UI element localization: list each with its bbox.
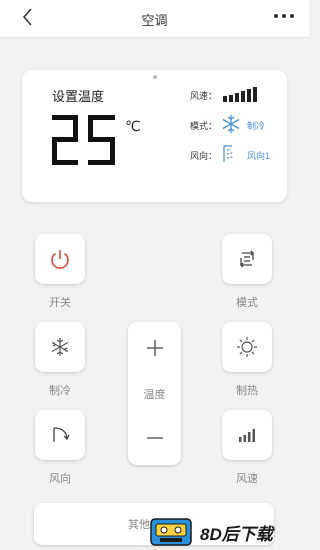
swing-label: 风向 [49,473,71,485]
temperature-unit: ℃ [125,118,141,134]
indicator-dot [153,75,157,79]
fan-speed-label: 风速： [190,90,218,101]
mode-row: 模式： 制冷 [190,114,265,136]
sun-icon [237,337,257,357]
swing-direction-icon [53,427,70,442]
fan-speed-button[interactable] [222,410,272,460]
heat-label: 制热 [236,385,258,397]
other-label: 其他 [128,519,150,531]
cassette-logo-icon [150,518,192,546]
page-title: 空调 [141,13,168,28]
header-bar: 空调 [0,0,309,38]
mode-label-btn: 模式 [236,297,258,309]
temp-down-button[interactable] [128,418,181,458]
fan-speed-label-btn: 风速 [236,473,258,485]
power-button[interactable] [35,234,85,284]
direction-label: 风向： [190,150,218,161]
mode-label: 模式： [190,120,218,131]
cool-button[interactable] [35,322,85,372]
mode-value: 制冷 [247,120,266,131]
more-icon[interactable] [271,8,297,24]
temp-up-button[interactable] [128,328,181,368]
minus-icon [146,437,163,439]
airflow-direction-icon [221,144,241,166]
power-icon [51,250,69,269]
snowflake-icon [221,114,241,136]
fan-speed-row: 风速： [190,86,265,104]
status-panel: 设置温度 25 ℃ 风速： [22,70,287,202]
temperature-digits-icon [52,115,115,165]
heat-button[interactable] [222,322,272,372]
snowflake-icon [51,338,69,356]
signal-bars-icon [239,429,255,442]
swing-button[interactable] [35,410,85,460]
watermark-logo: 8D后下载 [150,514,300,548]
temperature-control-label: 温度 [143,389,166,401]
signal-bars-icon [221,86,265,104]
watermark-text: 8D后下载 [200,525,273,544]
direction-value: 风向1 [247,150,271,161]
temperature-control: 温度 [128,322,181,465]
plus-icon [146,340,163,356]
mode-button[interactable] [222,234,272,284]
mode-cycle-icon [240,250,254,268]
cool-label: 制冷 [49,385,71,397]
direction-row: 风向： 风向1 [190,144,270,166]
set-temp-label: 设置温度 [52,89,105,104]
temperature-display: 25 [50,115,118,170]
power-label: 开关 [49,297,71,309]
